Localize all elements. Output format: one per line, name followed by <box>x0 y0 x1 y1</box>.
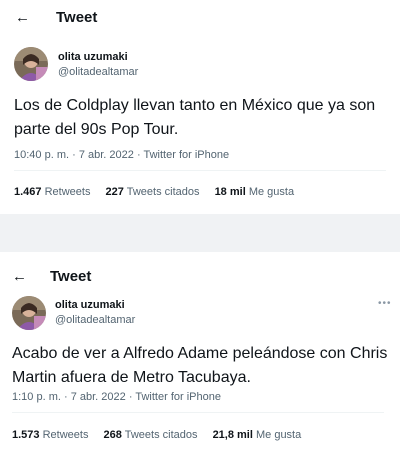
likes-label: Me gusta <box>255 429 302 441</box>
retweets-label: Retweets <box>44 186 91 198</box>
tweet-header: ← Tweet <box>0 0 400 36</box>
retweets-label: Retweets <box>42 429 89 441</box>
tweet-date[interactable]: 7 abr. 2022 <box>71 391 126 403</box>
avatar[interactable] <box>12 296 46 330</box>
divider <box>12 412 384 413</box>
user-handle[interactable]: @olitadealtamar <box>58 65 138 79</box>
meta-separator: · <box>72 149 79 161</box>
tweet-time[interactable]: 10:40 p. m. <box>14 149 69 161</box>
meta-separator: · <box>63 391 71 403</box>
likes-count: 21,8 mil <box>212 429 253 441</box>
avatar-image <box>12 296 46 330</box>
tweet-screenshot-1: ← Tweet olita uzumaki @olitadealtamar Lo… <box>0 0 400 214</box>
back-arrow-icon[interactable]: ← <box>15 9 30 27</box>
tweet-source[interactable]: Twitter for iPhone <box>144 149 230 161</box>
tweet-text: Acabo de ver a Alfredo Adame peleándose … <box>12 345 388 386</box>
likes-stat[interactable]: 18 mil Me gusta <box>215 185 295 199</box>
more-icon[interactable]: ••• <box>378 298 392 309</box>
display-name[interactable]: olita uzumaki <box>55 298 125 312</box>
likes-stat[interactable]: 21,8 mil Me gusta <box>213 428 302 442</box>
quotes-count: 227 <box>105 186 124 198</box>
retweets-stat[interactable]: 1.573 Retweets <box>12 428 88 442</box>
user-handle[interactable]: @olitadealtamar <box>55 313 135 327</box>
tweet-time[interactable]: 1:10 p. m. <box>12 391 61 403</box>
tweet-meta: 10:40 p. m. · 7 abr. 2022 · Twitter for … <box>14 148 229 162</box>
tweet-screenshot-2: ← Tweet olita uzumaki @olitadealtamar ••… <box>0 252 400 456</box>
back-arrow-icon[interactable]: ← <box>12 268 27 286</box>
avatar[interactable] <box>14 47 48 81</box>
avatar-image <box>14 47 48 81</box>
quotes-stat[interactable]: 268 Tweets citados <box>104 428 198 442</box>
quotes-label: Tweets citados <box>124 429 198 441</box>
tweet-meta: 1:10 p. m. · 7 abr. 2022 · Twitter for i… <box>12 390 221 404</box>
likes-count: 18 mil <box>214 186 246 198</box>
retweets-stat[interactable]: 1.467 Retweets <box>14 185 90 199</box>
header-title: Tweet <box>56 9 98 26</box>
tweet-stats: 1.573 Retweets 268 Tweets citados 21,8 m… <box>12 428 313 442</box>
screenshot-gap <box>0 214 400 252</box>
tweet-header: ← Tweet <box>0 259 400 295</box>
quotes-stat[interactable]: 227 Tweets citados <box>106 185 200 199</box>
tweet-text: Los de Coldplay llevan tanto en México q… <box>14 97 376 138</box>
tweet-date[interactable]: 7 abr. 2022 <box>79 149 134 161</box>
divider <box>14 170 386 171</box>
retweets-count: 1.573 <box>12 429 40 441</box>
header-title: Tweet <box>50 268 92 285</box>
quotes-label: Tweets citados <box>126 186 200 198</box>
tweet-source[interactable]: Twitter for iPhone <box>135 391 221 403</box>
tweet-stats: 1.467 Retweets 227 Tweets citados 18 mil… <box>14 185 306 199</box>
retweets-count: 1.467 <box>14 186 42 198</box>
likes-label: Me gusta <box>248 186 295 198</box>
quotes-count: 268 <box>103 429 122 441</box>
display-name[interactable]: olita uzumaki <box>58 50 128 64</box>
